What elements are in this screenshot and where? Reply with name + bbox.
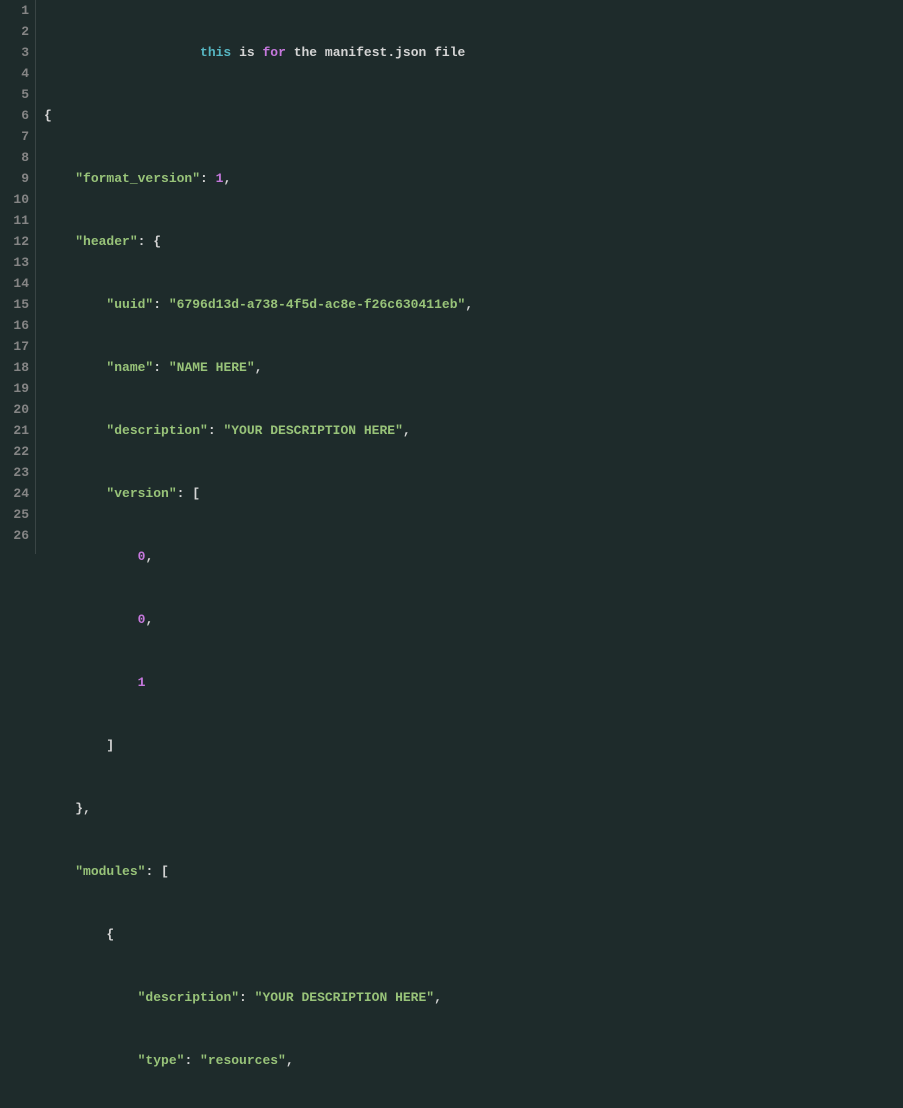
code-line: }, <box>44 798 903 819</box>
token-plain: is <box>239 45 255 60</box>
json-string: "YOUR DESCRIPTION HERE" <box>223 423 402 438</box>
code-line: 1 <box>44 672 903 693</box>
line-number: 8 <box>0 147 29 168</box>
line-number-gutter: 1 2 3 4 5 6 7 8 9 10 11 12 13 14 15 16 1… <box>0 0 36 554</box>
json-key: "modules" <box>75 864 145 879</box>
line-number: 23 <box>0 462 29 483</box>
code-line: "type": "resources", <box>44 1050 903 1071</box>
code-line: "format_version": 1, <box>44 168 903 189</box>
line-number: 1 <box>0 0 29 21</box>
token-this: this <box>200 45 231 60</box>
json-number: 0 <box>138 612 146 627</box>
line-number: 2 <box>0 21 29 42</box>
json-string: "6796d13d-a738-4f5d-ac8e-f26c630411eb" <box>169 297 465 312</box>
line-number: 19 <box>0 378 29 399</box>
line-number: 18 <box>0 357 29 378</box>
line-number: 3 <box>0 42 29 63</box>
code-line: "uuid": "6796d13d-a738-4f5d-ac8e-f26c630… <box>44 294 903 315</box>
code-line: "name": "NAME HERE", <box>44 357 903 378</box>
line-number: 22 <box>0 441 29 462</box>
code-line: "modules": [ <box>44 861 903 882</box>
line-number: 15 <box>0 294 29 315</box>
line-number: 7 <box>0 126 29 147</box>
line-number: 17 <box>0 336 29 357</box>
code-content[interactable]: this is for the manifest.json file { "fo… <box>36 0 903 554</box>
code-line: { <box>44 924 903 945</box>
code-line: "description": "YOUR DESCRIPTION HERE", <box>44 420 903 441</box>
json-string: "NAME HERE" <box>169 360 255 375</box>
line-number: 12 <box>0 231 29 252</box>
line-number: 14 <box>0 273 29 294</box>
line-number: 11 <box>0 210 29 231</box>
line-number: 5 <box>0 84 29 105</box>
token-keyword: for <box>262 45 285 60</box>
json-key: "version" <box>106 486 176 501</box>
code-line: { <box>44 105 903 126</box>
line-number: 24 <box>0 483 29 504</box>
code-line: "header": { <box>44 231 903 252</box>
line-number: 13 <box>0 252 29 273</box>
line-number: 6 <box>0 105 29 126</box>
json-string: "YOUR DESCRIPTION HERE" <box>255 990 434 1005</box>
code-line: this is for the manifest.json file <box>44 42 903 63</box>
json-key: "format_version" <box>75 171 200 186</box>
code-line: "description": "YOUR DESCRIPTION HERE", <box>44 987 903 1008</box>
token-plain: the manifest.json file <box>294 45 466 60</box>
line-number: 26 <box>0 525 29 546</box>
line-number: 21 <box>0 420 29 441</box>
code-line: "version": [ <box>44 483 903 504</box>
json-key: "type" <box>138 1053 185 1068</box>
json-key: "description" <box>106 423 207 438</box>
json-string: "resources" <box>200 1053 286 1068</box>
line-number: 4 <box>0 63 29 84</box>
json-key: "uuid" <box>106 297 153 312</box>
line-number: 9 <box>0 168 29 189</box>
json-number: 1 <box>138 675 146 690</box>
json-key: "description" <box>138 990 239 1005</box>
code-line: ] <box>44 735 903 756</box>
json-key: "name" <box>106 360 153 375</box>
code-line: 0, <box>44 546 903 567</box>
json-key: "header" <box>75 234 137 249</box>
code-line: 0, <box>44 609 903 630</box>
line-number: 25 <box>0 504 29 525</box>
code-editor[interactable]: 1 2 3 4 5 6 7 8 9 10 11 12 13 14 15 16 1… <box>0 0 903 554</box>
line-number: 20 <box>0 399 29 420</box>
line-number: 10 <box>0 189 29 210</box>
line-number: 16 <box>0 315 29 336</box>
